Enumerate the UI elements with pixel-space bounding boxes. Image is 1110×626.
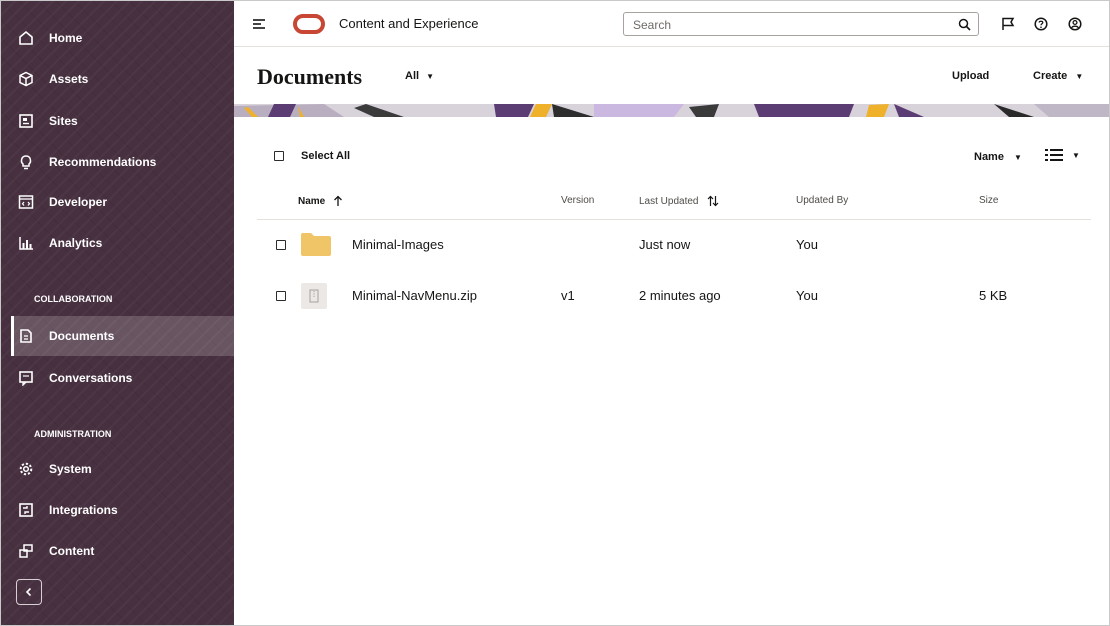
chevron-down-icon: ▼ (1014, 153, 1022, 162)
file-size: 5 KB (979, 288, 1008, 303)
chevron-down-icon: ▼ (426, 72, 435, 81)
search-placeholder: Search (633, 18, 672, 32)
chevron-down-icon: ▼ (1075, 72, 1084, 81)
sidebar-item-label: Content (49, 544, 95, 558)
sidebar-item-label: Integrations (49, 503, 118, 517)
sidebar-item-system[interactable]: System (11, 449, 234, 489)
sidebar-item-label: Developer (49, 195, 108, 209)
user-menu-button[interactable] (1065, 14, 1085, 34)
sort-dropdown[interactable]: Name ▼ (974, 151, 1022, 163)
menu-toggle-button[interactable] (252, 17, 266, 35)
folder-icon (301, 233, 331, 256)
upload-button[interactable]: Upload (952, 70, 989, 82)
sidebar-item-label: Assets (49, 72, 89, 86)
help-icon (1034, 17, 1048, 31)
row-checkbox[interactable] (276, 291, 286, 301)
app-title: Content and Experience (339, 16, 479, 31)
last-updated: 2 minutes ago (639, 288, 721, 303)
decorative-banner (234, 104, 1109, 117)
sidebar-item-label: Documents (49, 329, 115, 343)
flag-button[interactable] (998, 14, 1018, 34)
column-header-name[interactable]: Name (298, 195, 343, 207)
checkbox[interactable] (274, 151, 284, 161)
zip-file-icon (301, 283, 327, 309)
sort-ascending-icon (334, 195, 343, 206)
column-header-last-updated[interactable]: Last Updated (639, 195, 719, 207)
row-checkbox[interactable] (276, 240, 286, 250)
view-mode-dropdown[interactable]: ▼ (1045, 149, 1080, 161)
documents-icon (17, 327, 35, 345)
section-label-administration: ADMINISTRATION (34, 429, 112, 439)
list-view-icon (1045, 149, 1063, 161)
column-header-label: Name (298, 195, 326, 207)
last-updated: Just now (639, 237, 691, 252)
sidebar-item-analytics[interactable]: Analytics (11, 223, 234, 263)
app-window: Home Assets Sites Recommendations Develo… (0, 0, 1110, 626)
lightbulb-icon (17, 153, 35, 171)
code-icon (17, 193, 35, 211)
updated-by: You (796, 288, 818, 303)
search-input[interactable]: Search (623, 12, 979, 36)
content-icon (17, 542, 35, 560)
sidebar-item-assets[interactable]: Assets (11, 59, 234, 99)
sites-icon (17, 112, 35, 130)
collapse-sidebar-button[interactable] (16, 579, 42, 605)
sidebar-item-recommendations[interactable]: Recommendations (11, 142, 234, 182)
column-header-label: Last Updated (639, 195, 699, 207)
sidebar-item-developer[interactable]: Developer (11, 182, 234, 222)
column-header-size[interactable]: Size (979, 195, 998, 206)
sidebar-item-label: Recommendations (49, 155, 157, 169)
help-button[interactable] (1031, 14, 1051, 34)
analytics-icon (17, 234, 35, 252)
sidebar-item-label: Analytics (49, 236, 103, 250)
top-bar: Content and Experience Search (234, 1, 1109, 47)
sort-label: Name (974, 151, 1004, 163)
select-all-checkbox[interactable]: Select All (274, 150, 350, 162)
select-all-label: Select All (301, 150, 351, 162)
file-name[interactable]: Minimal-Images (352, 237, 444, 252)
sidebar-item-content[interactable]: Content (11, 531, 234, 571)
oracle-logo[interactable] (293, 14, 325, 34)
updated-by: You (796, 237, 818, 252)
hamburger-icon (253, 19, 265, 29)
header-divider (257, 219, 1091, 220)
page-title: Documents (257, 64, 363, 89)
home-icon (17, 29, 35, 47)
conversations-icon (17, 369, 35, 387)
sidebar-item-label: System (49, 462, 92, 476)
sort-toggle-icon (707, 195, 718, 207)
column-header-updated-by[interactable]: Updated By (796, 195, 848, 206)
user-icon (1068, 17, 1082, 31)
section-label-collaboration: COLLABORATION (34, 294, 113, 304)
sidebar-item-label: Conversations (49, 371, 133, 385)
chevron-left-icon (25, 587, 32, 597)
file-name[interactable]: Minimal-NavMenu.zip (352, 288, 477, 303)
flag-icon (1002, 17, 1015, 30)
integrations-icon (17, 501, 35, 519)
sidebar-item-conversations[interactable]: Conversations (11, 358, 234, 398)
version: v1 (561, 288, 575, 303)
filter-dropdown[interactable]: All ▼ (405, 70, 434, 82)
chevron-down-icon: ▼ (1072, 150, 1080, 160)
create-label: Create (1033, 70, 1068, 82)
sidebar-item-integrations[interactable]: Integrations (11, 490, 234, 530)
filter-label: All (405, 70, 420, 82)
banner-pattern (234, 104, 1109, 117)
sidebar-item-home[interactable]: Home (11, 18, 234, 58)
search-icon[interactable] (958, 18, 971, 31)
column-header-version[interactable]: Version (561, 195, 594, 206)
sidebar: Home Assets Sites Recommendations Develo… (1, 1, 234, 625)
cube-icon (17, 70, 35, 88)
sidebar-item-documents[interactable]: Documents (11, 316, 234, 356)
create-button[interactable]: Create ▼ (1033, 70, 1083, 82)
sidebar-item-label: Sites (49, 114, 78, 128)
table-row[interactable]: Minimal-NavMenu.zip v1 2 minutes ago You… (257, 272, 1091, 322)
sidebar-item-sites[interactable]: Sites (11, 101, 234, 141)
gear-icon (17, 460, 35, 478)
table-row[interactable]: Minimal-Images Just now You (257, 221, 1091, 271)
sidebar-item-label: Home (49, 31, 83, 45)
